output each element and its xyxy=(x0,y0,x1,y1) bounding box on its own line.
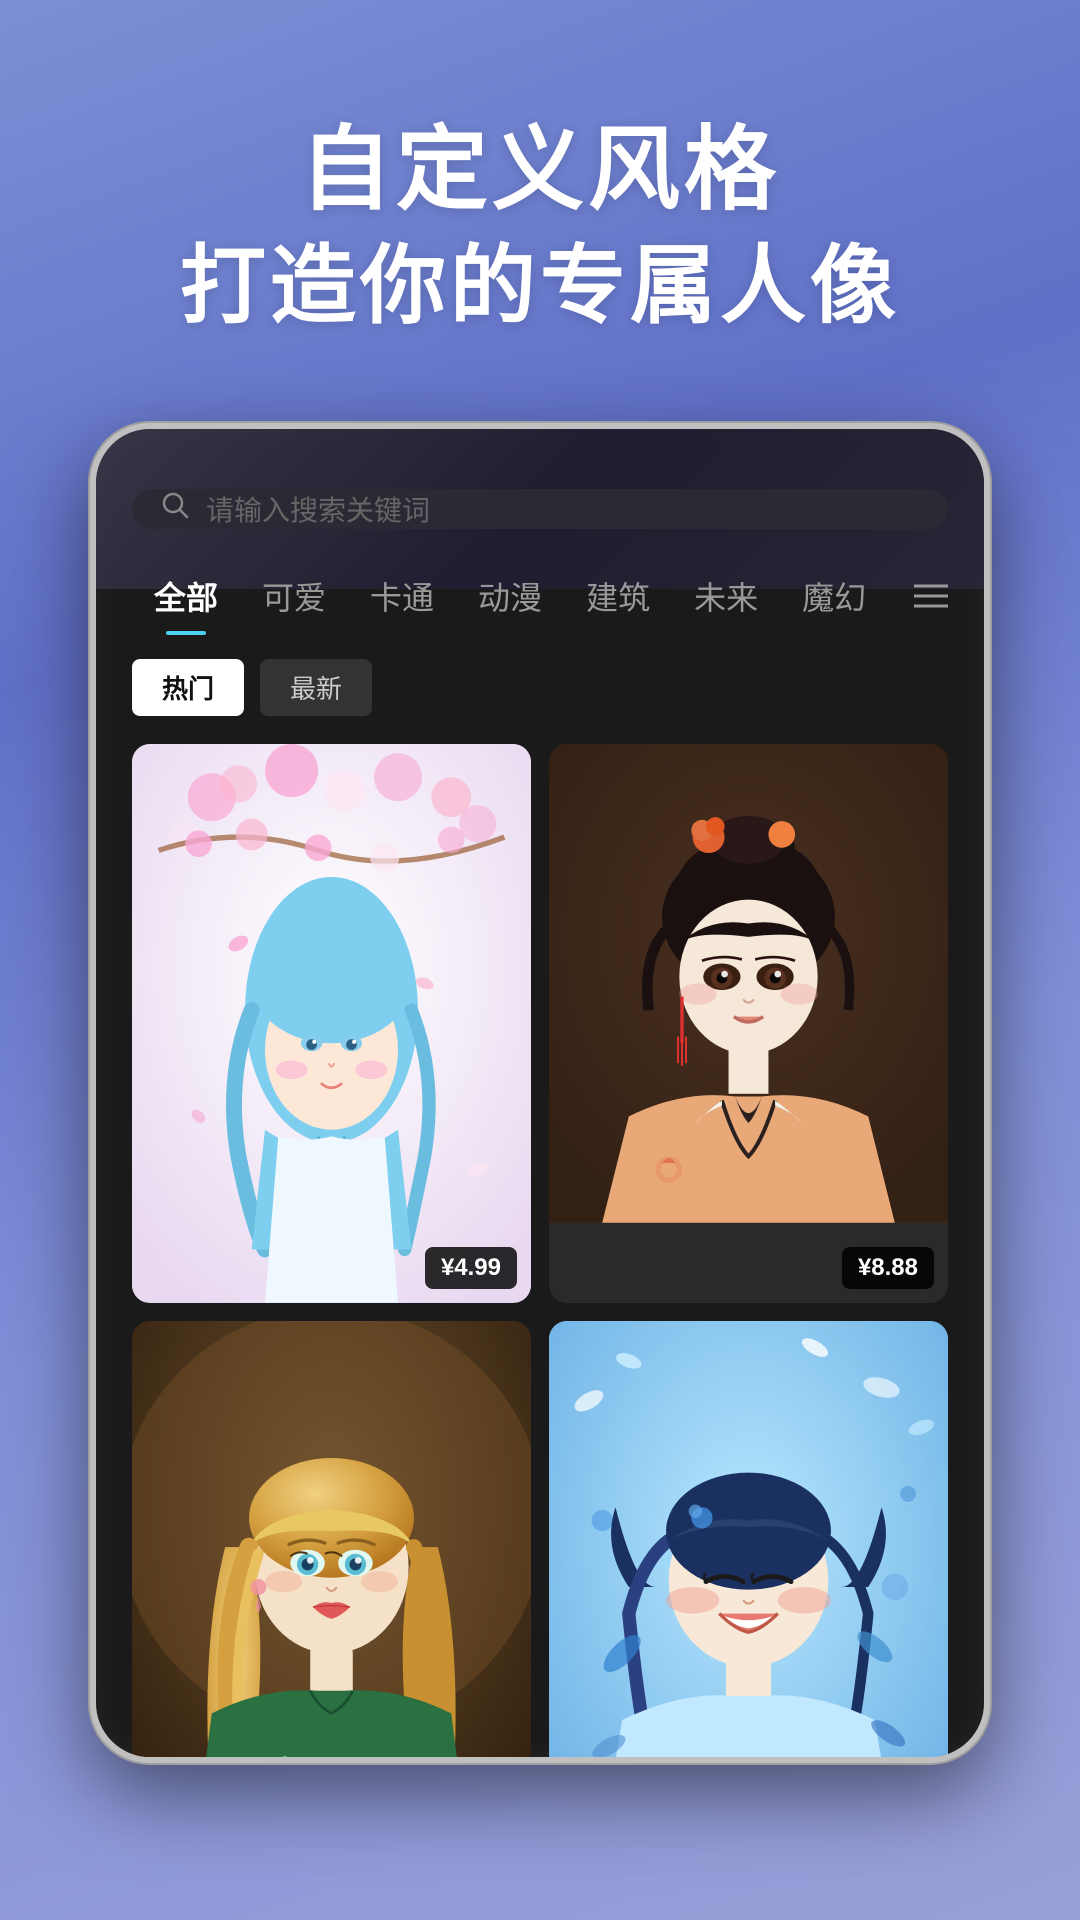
category-item-cute[interactable]: 可爱 xyxy=(240,565,348,635)
sort-tabs: 热门 最新 xyxy=(96,659,984,716)
category-tabs: 全部 可爱 卡通 动漫 建筑 未来 魔幻 xyxy=(96,565,984,635)
price-badge-card2: ¥8.88 xyxy=(842,1247,934,1289)
category-item-cartoon[interactable]: 卡通 xyxy=(348,565,456,635)
menu-icon[interactable] xyxy=(914,582,948,618)
category-item-all[interactable]: 全部 xyxy=(132,565,240,635)
price-badge-card1: ¥4.99 xyxy=(425,1247,517,1289)
phone-mockup: 请输入搜索关键词 全部 可爱 卡通 动漫 建筑 未来 魔幻 热门 最新 xyxy=(90,423,990,1763)
card-cherry-anime[interactable]: ¥4.99 xyxy=(132,744,531,1303)
search-placeholder-text: 请输入搜索关键词 xyxy=(206,489,430,529)
search-bar[interactable]: 请输入搜索关键词 xyxy=(132,489,948,529)
card-blue-fantasy[interactable] xyxy=(549,1321,948,1763)
card-kimono[interactable]: ¥8.88 xyxy=(549,744,948,1303)
category-item-magic[interactable]: 魔幻 xyxy=(780,565,888,635)
hero-title-line2: 打造你的专属人像 xyxy=(180,231,900,343)
sort-tab-hot[interactable]: 热门 xyxy=(132,659,244,716)
category-item-future[interactable]: 未来 xyxy=(672,565,780,635)
hero-title-line1: 自定义风格 xyxy=(180,120,900,221)
card-blonde[interactable]: ¥6.88 xyxy=(132,1321,531,1763)
image-grid: ¥4.99 xyxy=(96,744,984,1763)
search-icon xyxy=(160,490,190,528)
category-item-arch[interactable]: 建筑 xyxy=(564,565,672,635)
sort-tab-new[interactable]: 最新 xyxy=(260,659,372,716)
category-item-anime[interactable]: 动漫 xyxy=(456,565,564,635)
